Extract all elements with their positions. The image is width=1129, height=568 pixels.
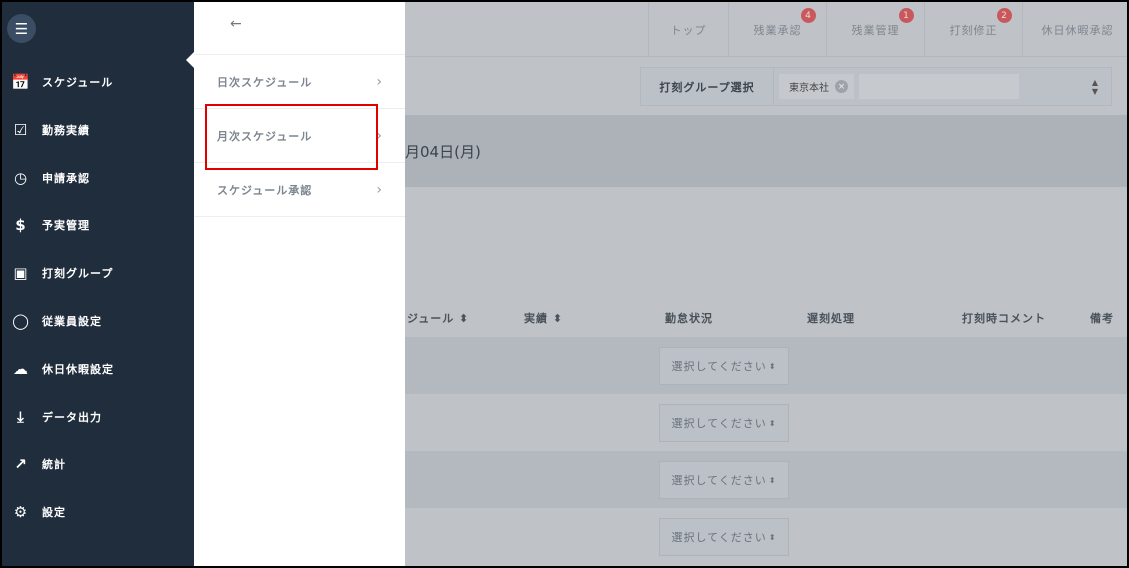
table-row: 選択してください ⬍ [405, 508, 1127, 565]
column-header: 打刻時コメント [962, 312, 1046, 325]
sidebar-item-5[interactable]: ◯ 従業員設定 [2, 301, 194, 341]
sidebar-item-label: 予実管理 [42, 219, 90, 233]
user-icon: ◯ [12, 312, 30, 330]
attendance-status-select[interactable]: 選択してください ⬍ [659, 461, 789, 499]
nav-tab-label: 残業管理 [851, 23, 900, 37]
nav-tab-1[interactable]: 残業承認 4 [728, 2, 826, 57]
nav-tab-label: 休日休暇承認 [1041, 23, 1114, 37]
dropdown-arrows-icon[interactable]: ▲ ▼ [1092, 78, 1098, 96]
column-header: 遅刻処理 [807, 312, 855, 325]
sidebar-item-4[interactable]: ▣ 打刻グループ [2, 253, 194, 293]
nav-tab-2[interactable]: 残業管理 1 [826, 2, 924, 57]
nav-tab-label: トップ [670, 23, 707, 37]
attendance-status-select[interactable]: 選択してください ⬍ [659, 404, 789, 442]
column-header: 備考 [1090, 312, 1114, 325]
sidebar-item-label: 打刻グループ [42, 267, 114, 281]
menu-icon: ☰ [14, 19, 29, 38]
download-icon: ⤓ [17, 407, 25, 426]
submenu-item-label: スケジュール承認 [217, 183, 313, 197]
table-row: 選択してください ⬍ [405, 394, 1127, 451]
sidebar-item-2[interactable]: ◷ 申請承認 [2, 158, 194, 198]
submenu-item-2[interactable]: スケジュール承認 › [194, 163, 405, 217]
remove-tag-icon[interactable]: × [835, 80, 848, 93]
submenu-panel: ← 日次スケジュール › 月次スケジュール › スケジュール承認 › [194, 2, 405, 566]
select-value: 選択してください [671, 360, 767, 373]
sidebar-item-label: 従業員設定 [42, 315, 102, 328]
column-header[interactable]: 実績 ⬍ [524, 310, 563, 326]
sidebar-item-0[interactable]: 📅 スケジュール [2, 62, 194, 102]
select-arrows-icon: ⬍ [768, 475, 777, 485]
select-value: 選択してください [671, 417, 767, 430]
sidebar-item-label: 設定 [42, 506, 66, 520]
chevron-right-icon: › [376, 73, 383, 90]
sidebar-item-8[interactable]: ↗ 統計 [2, 444, 194, 484]
hamburger-menu-button[interactable]: ☰ [7, 14, 36, 43]
sidebar-item-9[interactable]: ⚙ 設定 [2, 492, 194, 532]
date-title: 月04日(月) [405, 142, 481, 161]
calendar-check-icon: ☑ [13, 120, 29, 139]
select-arrows-icon: ⬍ [768, 532, 777, 542]
submenu-pointer [186, 52, 194, 68]
table-row: 選択してください ⬍ [405, 337, 1127, 394]
gear-icon: ⚙ [13, 503, 29, 522]
dollar-icon: $ [15, 216, 27, 235]
sidebar-item-6[interactable]: ☁ 休日休暇設定 [2, 349, 194, 389]
count-badge: 2 [997, 8, 1012, 23]
nav-tab-label: 打刻修正 [949, 23, 998, 37]
date-header: 月04日(月) [405, 115, 1127, 187]
back-arrow-button[interactable]: ← [230, 16, 242, 32]
chevron-right-icon: › [376, 181, 383, 198]
selected-tag: 東京本社 × [779, 74, 854, 99]
group-search-input[interactable] [859, 74, 1019, 99]
sidebar-item-1[interactable]: ☑ 勤務実績 [2, 110, 194, 150]
clock-icon: ◷ [13, 168, 29, 187]
count-badge: 4 [801, 8, 816, 23]
attendance-status-select[interactable]: 選択してください ⬍ [659, 347, 789, 385]
column-header[interactable]: ジュール ⬍ [407, 310, 469, 326]
sidebar-item-7[interactable]: ⤓ データ出力 [2, 397, 194, 437]
sidebar: ☰ 📅 スケジュール ☑ 勤務実績 ◷ 申請承認 $ 予実管理 ▣ 打刻グループ ◯ 従業員設定 ☁ 休日… [2, 2, 194, 566]
sidebar-item-label: データ出力 [42, 410, 102, 424]
sidebar-item-label: スケジュール [42, 76, 114, 89]
nav-tab-label: 残業承認 [753, 23, 802, 37]
nav-tab-4[interactable]: 休日休暇承認 [1022, 2, 1127, 57]
submenu-item-0[interactable]: 日次スケジュール › [194, 55, 405, 109]
sidebar-item-label: 休日休暇設定 [42, 362, 114, 376]
column-header: 勤怠状況 [665, 312, 713, 325]
select-value: 選択してください [671, 531, 767, 544]
punch-group-filter: 打刻グループ選択 東京本社 × ▲ ▼ [640, 67, 1112, 106]
briefcase-icon: ▣ [13, 264, 29, 283]
select-arrows-icon: ⬍ [768, 361, 777, 371]
calendar-icon: 📅 [11, 73, 31, 91]
top-nav: トップ 残業承認 4 残業管理 1 打刻修正 2 休日休暇承認 [405, 2, 1127, 57]
count-badge: 1 [899, 8, 914, 23]
select-value: 選択してください [671, 474, 767, 487]
submenu-item-label: 日次スケジュール [217, 75, 313, 89]
table-row: 選択してください ⬍ [405, 451, 1127, 508]
sidebar-item-label: 申請承認 [42, 171, 90, 185]
tag-label: 東京本社 [789, 83, 829, 94]
select-arrows-icon: ⬍ [768, 418, 777, 428]
attendance-status-select[interactable]: 選択してください ⬍ [659, 518, 789, 556]
highlight-box [205, 104, 378, 170]
nav-tab-0[interactable]: トップ [648, 2, 728, 57]
sidebar-item-label: 勤務実績 [42, 123, 90, 137]
cloud-icon: ☁ [13, 359, 29, 378]
filter-label: 打刻グループ選択 [641, 68, 774, 105]
sidebar-item-label: 統計 [42, 458, 66, 472]
chart-icon: ↗ [14, 455, 28, 474]
app-window: ☰ 📅 スケジュール ☑ 勤務実績 ◷ 申請承認 $ 予実管理 ▣ 打刻グループ ◯ 従業員設定 ☁ 休日… [2, 2, 1127, 566]
nav-tab-3[interactable]: 打刻修正 2 [924, 2, 1022, 57]
sidebar-item-3[interactable]: $ 予実管理 [2, 205, 194, 245]
